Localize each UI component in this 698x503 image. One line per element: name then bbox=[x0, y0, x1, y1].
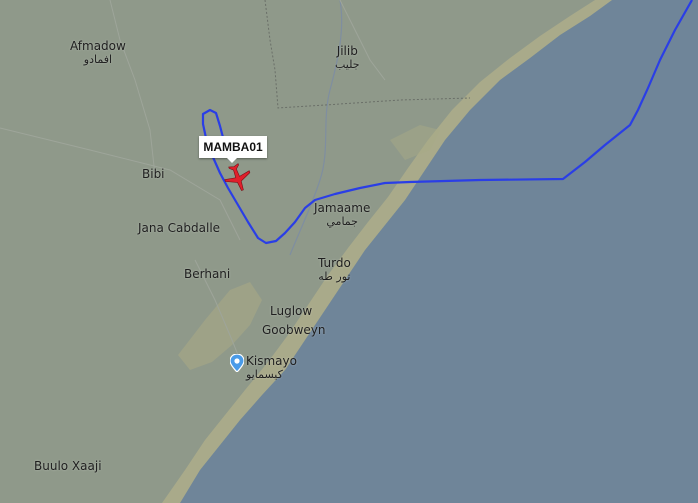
place-name: Buulo Xaaji bbox=[34, 459, 102, 473]
place-label: Jilib جليب bbox=[335, 44, 360, 72]
place-label: Berhani bbox=[184, 268, 230, 281]
place-name: Luglow bbox=[270, 304, 313, 318]
flight-map[interactable]: Afmadow افمادو Jilib جليب Bibi Jamaame ج… bbox=[0, 0, 698, 503]
place-label: Jamaame جمامي bbox=[314, 201, 371, 229]
airplane-icon[interactable] bbox=[223, 163, 253, 193]
place-label: Bibi bbox=[142, 168, 165, 181]
place-name-arabic: تور طه bbox=[318, 270, 351, 283]
place-name: Afmadow bbox=[70, 39, 126, 53]
place-name: Jamaame bbox=[314, 201, 371, 215]
place-label: Jana Cabdalle bbox=[138, 222, 220, 235]
place-name: Jilib bbox=[336, 44, 358, 58]
place-name-arabic: جمامي bbox=[326, 215, 358, 228]
place-label: Kismayo كيسمايو bbox=[246, 354, 297, 382]
place-name: Turdo bbox=[318, 256, 351, 270]
place-name: Jana Cabdalle bbox=[138, 221, 221, 235]
place-name: Bibi bbox=[142, 167, 165, 181]
flight-callsign-label[interactable]: MAMBA01 bbox=[199, 136, 267, 163]
place-name-arabic: جليب bbox=[335, 58, 360, 71]
place-label: Buulo Xaaji bbox=[34, 460, 102, 473]
location-pin-icon[interactable] bbox=[230, 354, 244, 372]
place-label: Goobweyn bbox=[262, 324, 326, 337]
place-label: Turdo تور طه bbox=[318, 256, 351, 284]
place-name: Berhani bbox=[184, 267, 231, 281]
map-base bbox=[0, 0, 698, 503]
place-name: Kismayo bbox=[246, 354, 297, 368]
place-label: Luglow bbox=[270, 305, 312, 318]
place-name: Goobweyn bbox=[262, 323, 326, 337]
place-name-arabic: كيسمايو bbox=[246, 368, 283, 381]
place-name-arabic: افمادو bbox=[83, 53, 113, 66]
place-label: Afmadow افمادو bbox=[70, 39, 126, 67]
